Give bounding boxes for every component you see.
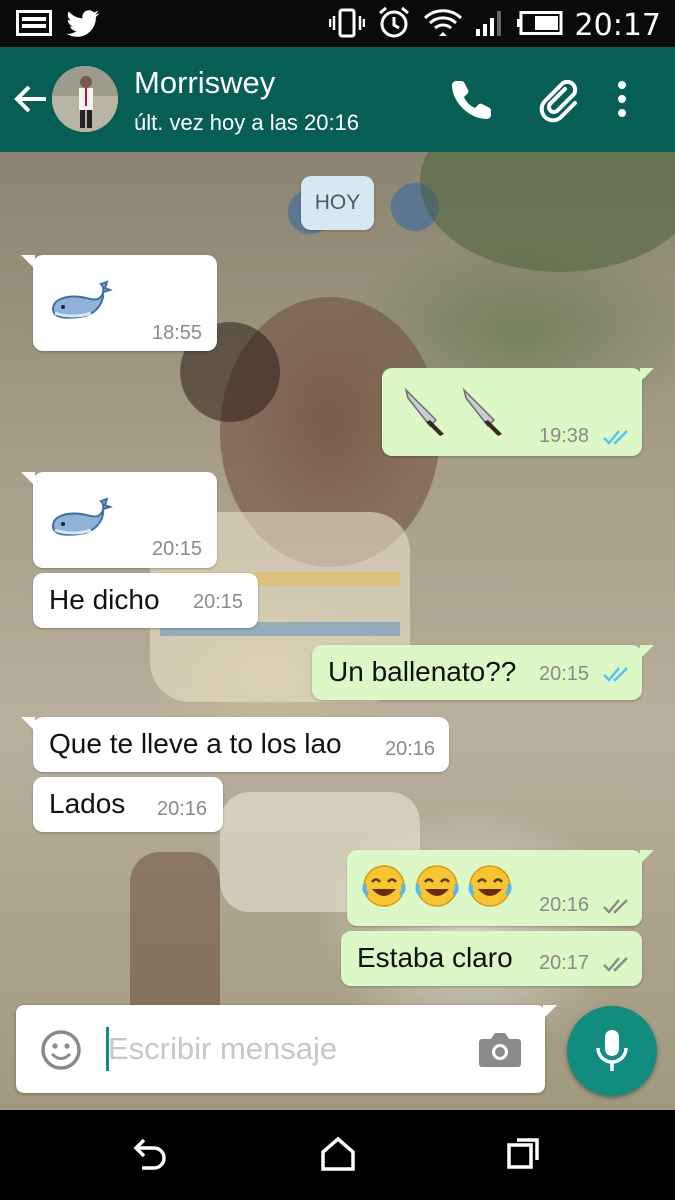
- read-receipt-icon: [602, 428, 632, 446]
- message-bubble-incoming[interactable]: 18:55: [21, 255, 217, 351]
- message-bubble-incoming[interactable]: 20:15: [21, 472, 217, 568]
- message-time: 20:16: [157, 798, 208, 820]
- message-time: 19:38: [539, 425, 590, 447]
- knife-emoji-icon: [400, 386, 450, 441]
- message-text: He dicho: [49, 584, 160, 615]
- message-time: 18:55: [152, 322, 203, 344]
- status-bar: 20:17: [0, 0, 675, 47]
- message-bubble-outgoing[interactable]: 19:38: [382, 368, 654, 456]
- message-composer: [16, 1005, 557, 1093]
- read-receipt-icon: [602, 665, 632, 683]
- twitter-icon: [66, 10, 100, 43]
- last-seen-status: últ. vez hoy a las 20:16: [134, 110, 360, 135]
- paperclip-icon[interactable]: [535, 75, 583, 123]
- recents-icon[interactable]: [505, 1136, 545, 1176]
- message-text: Que te lleve a to los lao: [49, 728, 342, 759]
- message-time: 20:15: [539, 663, 590, 685]
- message-time: 20:16: [539, 894, 590, 916]
- chat-header: Morriswey últ. vez hoy a las 20:16: [0, 47, 675, 152]
- message-bubble-incoming[interactable]: Que te lleve a to los lao 20:16: [21, 717, 449, 772]
- joy-emoji-icon: [466, 862, 514, 915]
- message-time: 20:16: [385, 738, 436, 760]
- home-icon[interactable]: [318, 1136, 358, 1176]
- delivered-receipt-icon: [602, 897, 632, 915]
- mic-icon: [596, 1030, 628, 1071]
- message-bubble-incoming[interactable]: Lados 20:16: [33, 777, 223, 832]
- mic-button[interactable]: [567, 1006, 657, 1096]
- joy-emoji-icon: [360, 862, 408, 915]
- chat-area[interactable]: HOY 18:55 19:38 20:15 He dicho 20:15 Un …: [0, 152, 675, 1110]
- message-text: Estaba claro: [357, 942, 513, 973]
- system-nav-bar: [0, 1110, 675, 1200]
- status-clock: 20:17: [574, 8, 661, 43]
- message-input[interactable]: [108, 1025, 468, 1073]
- joy-emoji-icon: [413, 862, 461, 915]
- message-time: 20:15: [193, 591, 244, 613]
- vibrate-icon: [328, 8, 365, 43]
- message-bubble-outgoing[interactable]: Un ballenato?? 20:15: [312, 645, 654, 700]
- whale-emoji-icon: [49, 269, 114, 338]
- message-text: Un ballenato??: [328, 656, 517, 687]
- back-arrow-icon[interactable]: [12, 81, 52, 117]
- delivered-receipt-icon: [602, 955, 632, 973]
- image-icon: [16, 10, 52, 43]
- overflow-menu-icon[interactable]: [610, 75, 634, 123]
- phone-icon[interactable]: [448, 75, 496, 123]
- signal-icon: [475, 9, 505, 42]
- alarm-icon: [377, 6, 411, 45]
- camera-icon[interactable]: [478, 1031, 522, 1069]
- wifi-icon: [423, 6, 463, 45]
- battery-icon: [516, 11, 563, 40]
- smiley-icon[interactable]: [40, 1029, 82, 1071]
- message-text: Lados: [49, 788, 126, 819]
- date-chip: HOY: [301, 176, 374, 230]
- contact-name[interactable]: Morriswey: [134, 65, 275, 101]
- message-time: 20:17: [539, 952, 590, 974]
- message-time: 20:15: [152, 538, 203, 560]
- back-icon[interactable]: [130, 1136, 170, 1176]
- knife-emoji-icon: [458, 386, 508, 441]
- message-bubble-incoming[interactable]: He dicho 20:15: [33, 573, 258, 628]
- avatar[interactable]: [52, 66, 118, 132]
- whale-emoji-icon: [49, 486, 114, 555]
- message-bubble-outgoing[interactable]: Estaba claro 20:17: [341, 931, 642, 986]
- message-bubble-outgoing[interactable]: 20:16: [347, 850, 654, 926]
